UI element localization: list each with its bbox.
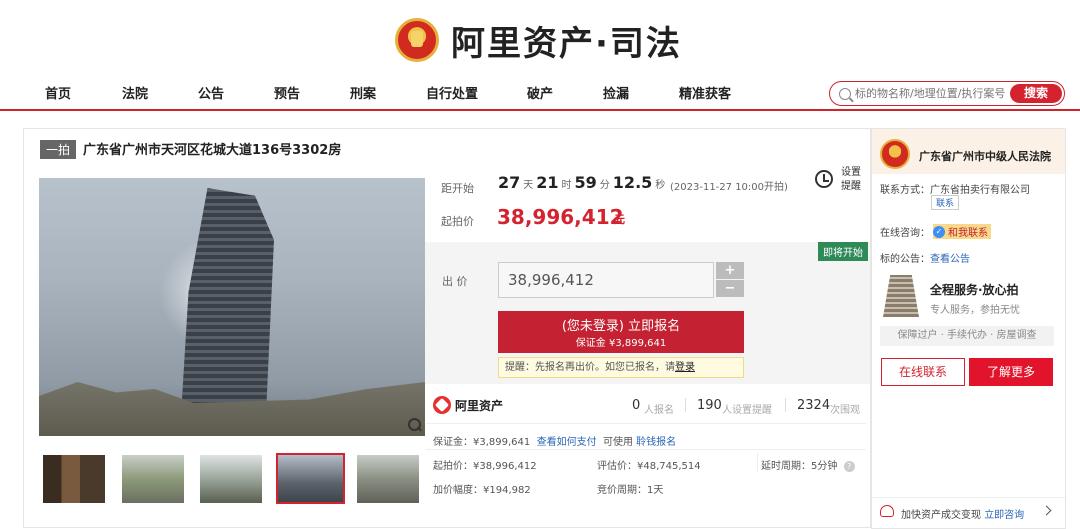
- nav-precision-leads[interactable]: 精准获客: [679, 83, 731, 102]
- search-icon: [839, 87, 851, 100]
- court-emblem-icon: [880, 139, 910, 169]
- appraisal-price-info: 评估价：¥48,745,514: [597, 461, 701, 472]
- learn-more-button[interactable]: 了解更多: [969, 358, 1053, 386]
- register-deposit-label: 保证金 ¥3,899,641: [575, 338, 667, 349]
- thumbnail-4-selected[interactable]: [276, 453, 345, 504]
- notice-row: 标的公告：查看公告: [880, 250, 970, 265]
- divider: [757, 453, 758, 471]
- days-unit: 天: [523, 180, 534, 191]
- view-notice-link[interactable]: 查看公告: [930, 254, 970, 265]
- countdown-seconds: 12.5: [612, 173, 653, 192]
- chat-icon: ✓: [933, 225, 945, 238]
- minutes-unit: 分: [599, 180, 610, 191]
- notice-label: 标的公告：: [880, 254, 930, 265]
- contact-button[interactable]: 联系: [931, 195, 960, 210]
- thumbnail-2[interactable]: [122, 455, 184, 503]
- divider: [426, 449, 866, 450]
- consult-icon: [880, 505, 894, 517]
- service-title: 全程服务·放心拍: [930, 283, 1019, 297]
- ali-assets-logo: 阿里资产: [433, 396, 503, 414]
- page-title: 广东省广州市天河区花城大道136号3302房: [83, 143, 342, 158]
- views-label: 次围观: [830, 405, 860, 416]
- set-reminder-label: 设置提醒: [841, 167, 861, 192]
- chat-with-me-button[interactable]: ✓ 和我联系: [933, 224, 991, 239]
- divider: [426, 423, 866, 424]
- status-badge: 即将开始: [818, 242, 868, 261]
- service-guarantees: 保障过户 · 手续代办 · 房屋调查: [880, 326, 1054, 346]
- court-emblem-icon: [395, 18, 439, 62]
- auction-round-tag: 一拍: [40, 140, 77, 159]
- divider: [785, 398, 786, 412]
- deposit-info: 保证金：¥3,899,641 查看如何支付 可使用 聆钱报名: [433, 433, 676, 448]
- chat-with-me-label: 和我联系: [948, 228, 988, 239]
- seconds-unit: 秒: [655, 180, 666, 191]
- ali-assets-icon: [433, 396, 451, 414]
- login-link[interactable]: 登录: [675, 362, 695, 373]
- start-price-label: 起拍价: [441, 215, 474, 228]
- auction-start-date: (2023-11-27 10:00开拍): [670, 182, 788, 193]
- search-input[interactable]: [855, 87, 1017, 100]
- nav-home[interactable]: 首页: [45, 83, 71, 102]
- how-to-pay-link[interactable]: 查看如何支付: [537, 437, 597, 448]
- tip-text: 提醒：先报名再出价。如您已报名，请: [505, 362, 675, 373]
- contact-info: 联系方式：广东省拍卖行有限公司: [880, 185, 1030, 196]
- quick-sale-promo: 加快资产成交变现 立即咨询: [901, 506, 1024, 521]
- nav-notices[interactable]: 公告: [198, 83, 224, 102]
- bidding-period-info: 竞价周期：1天: [597, 485, 664, 496]
- signed-label: 人报名: [644, 405, 674, 416]
- decrease-bid-button[interactable]: −: [716, 280, 744, 297]
- ali-assets-text: 阿里资产: [455, 398, 504, 413]
- signed-count: 0: [632, 398, 641, 413]
- court-name[interactable]: 广东省广州市中级人民法院: [919, 148, 1051, 164]
- delay-period-info: 延时周期：5分钟 ?: [761, 457, 855, 472]
- bid-label: 出 价: [442, 275, 468, 288]
- deposit-text: 保证金：¥3,899,641: [433, 437, 531, 448]
- logo-text: 阿里资产·司法: [451, 23, 682, 64]
- site-logo[interactable]: 阿里资产·司法: [395, 12, 682, 68]
- register-button-label: (您未登录) 立即报名: [561, 319, 681, 334]
- bid-amount-input[interactable]: 38,996,412: [498, 262, 714, 298]
- start-price-unit: 元: [614, 213, 625, 226]
- thumbnail-3[interactable]: [200, 455, 262, 503]
- zoom-icon[interactable]: [408, 418, 422, 432]
- delay-period-text: 延时周期：5分钟: [761, 461, 838, 472]
- quick-sale-text: 加快资产成交变现: [901, 510, 981, 521]
- login-tip: 提醒：先报名再出价。如您已报名，请登录: [498, 357, 744, 378]
- main-property-image[interactable]: [39, 178, 425, 436]
- nav-preview[interactable]: 预告: [274, 83, 300, 102]
- increase-bid-button[interactable]: +: [716, 262, 744, 279]
- credit-register-link[interactable]: 聆钱报名: [636, 437, 676, 448]
- hours-unit: 时: [561, 180, 572, 191]
- nav-bankruptcy[interactable]: 破产: [527, 83, 553, 102]
- increment-info: 加价幅度：¥194,982: [433, 485, 531, 496]
- tower-building: [179, 188, 274, 436]
- usable-text: 可使用: [602, 437, 633, 448]
- countdown-days: 27: [498, 173, 521, 192]
- countdown-label: 距开始: [441, 182, 474, 195]
- reminder-label: 人设置提醒: [722, 405, 772, 416]
- service-subtitle: 专人服务，参拍无忧: [930, 305, 1020, 316]
- views-count: 2324: [797, 398, 831, 413]
- nav-self-disposal[interactable]: 自行处置: [426, 83, 478, 102]
- divider: [685, 398, 686, 412]
- nav-courts[interactable]: 法院: [122, 83, 148, 102]
- help-icon[interactable]: ?: [843, 461, 855, 472]
- countdown-minutes: 59: [574, 173, 597, 192]
- nav-criminal[interactable]: 刑案: [350, 83, 376, 102]
- countdown-timer: 27 天 21 时 59 分 12.5 秒: [498, 173, 668, 192]
- consult-now-link[interactable]: 立即咨询: [984, 510, 1024, 521]
- alarm-clock-icon: [815, 170, 833, 188]
- online-consult-label: 在线咨询：: [880, 228, 930, 239]
- online-contact-button[interactable]: 在线联系: [881, 358, 965, 386]
- search-button[interactable]: 搜索: [1010, 84, 1062, 103]
- register-now-button[interactable]: (您未登录) 立即报名 保证金 ¥3,899,641: [498, 311, 744, 353]
- countdown-hours: 21: [536, 173, 559, 192]
- thumbnail-1[interactable]: [43, 455, 105, 503]
- start-price-info: 起拍价：¥38,996,412: [433, 461, 537, 472]
- thumbnail-5[interactable]: [357, 455, 419, 503]
- search-box: 搜索: [829, 81, 1065, 106]
- reminder-count: 190: [697, 398, 722, 413]
- start-price-value: 38,996,412: [497, 205, 624, 229]
- nav-bargain[interactable]: 捡漏: [603, 83, 629, 102]
